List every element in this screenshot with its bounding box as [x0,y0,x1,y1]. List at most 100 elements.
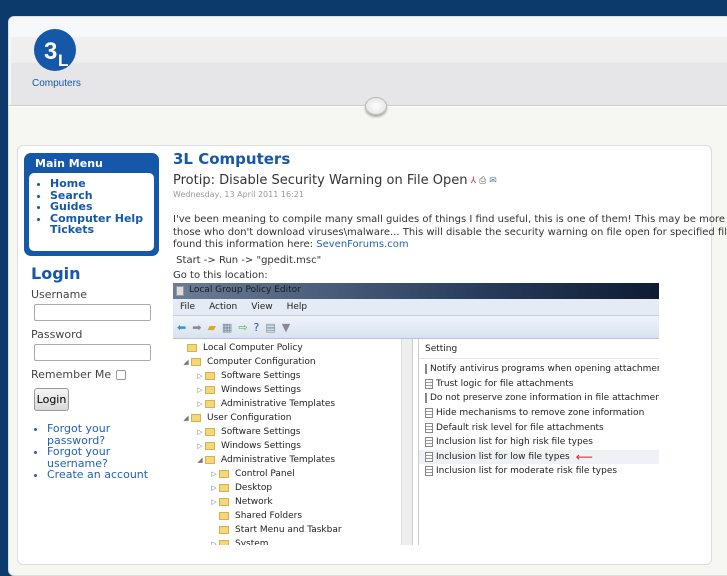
article-text-line: those who don't download viruses\malware… [173,226,727,238]
menu-file: File [180,302,196,312]
forgot-username-link[interactable]: Forgot your username? [47,446,161,469]
setting-row: Inclusion list for moderate risk file ty… [419,464,659,479]
menu-view: View [251,302,273,312]
tree-node-label: Desktop [235,483,273,493]
back-icon: ⬅ [177,320,187,334]
expand-arrow-icon: ▷ [211,484,217,492]
expand-arrow-icon: ◢ [183,358,189,366]
action-pane-icon: ▤ [265,320,276,334]
tree-node-label: Software Settings [221,371,301,381]
password-input[interactable] [34,344,151,361]
svg-text:3: 3 [44,38,57,65]
setting-label: Inclusion list for moderate risk file ty… [436,466,618,477]
svg-text:Computers: Computers [32,78,81,89]
sevenforums-link[interactable]: SevenForums.com [316,239,408,250]
article-text-line: I've been meaning to compile many small … [173,214,727,225]
settings-pane: Setting Notify antivirus programs when o… [418,339,659,545]
filter-icon: ▼ [281,320,291,334]
username-input[interactable] [34,304,151,321]
setting-label: Hide mechanisms to remove zone informati… [436,408,645,419]
header-toggle-knob[interactable] [365,97,387,115]
expand-arrow-icon: ▷ [211,498,217,506]
email-icon[interactable]: ✉ [489,176,497,186]
remember-me-label: Remember Me [31,368,112,381]
tree-node-label: User Configuration [207,413,292,423]
up-folder-icon: ▰ [207,320,216,334]
expand-arrow-icon: ▷ [211,470,217,478]
tree-node: ◢ User Configuration [173,411,412,425]
setting-label: Inclusion list for high risk file types [436,437,593,448]
pdf-icon[interactable]: ⅄ [470,176,476,186]
tree-node-label: Start Menu and Taskbar [235,525,342,535]
expand-arrow-icon: ◢ [183,414,189,422]
tree-pane: Local Computer Policy ◢ Computer Configura… [173,339,413,545]
folder-icon [205,456,215,464]
tree-node: Local Computer Policy [173,341,412,355]
tree-node: Start Menu and Taskbar [173,523,412,537]
window-icon [176,286,184,296]
folder-icon [191,358,201,366]
expand-arrow-icon: ◢ [197,456,203,464]
policy-icon [425,393,427,404]
export-icon: ⇨ [238,320,248,334]
folder-icon [219,498,229,506]
article: 3L Computers Protip: Disable Security Wa… [173,150,727,283]
setting-label: Notify antivirus programs when opening a… [430,364,659,375]
expand-arrow-icon: ▷ [197,372,203,380]
forward-icon: ➡ [192,320,202,334]
tree-node-label: Local Computer Policy [203,343,303,353]
window-title: Local Group Policy Editor [189,285,301,295]
setting-row: Inclusion list for low file types ⟵ [419,449,659,465]
forgot-password-link[interactable]: Forgot your password? [47,423,161,446]
menu-help: Help [286,302,308,312]
tree-node: ▷ Network [173,495,412,509]
goto-text: Go to this location: [173,270,268,281]
expand-arrow-icon: ▷ [197,428,203,436]
login-heading: Login [31,264,81,283]
menu-action: Action [209,302,238,312]
menu-item-guides[interactable]: Guides [50,201,154,213]
policy-icon [425,451,433,462]
setting-row: Trust logic for file attachments [419,377,659,392]
create-account-link[interactable]: Create an account [47,469,161,481]
remember-me-checkbox[interactable] [116,369,127,380]
site-title[interactable]: 3L Computers [173,150,727,168]
menu-item-help-tickets[interactable]: Computer Help Tickets [50,212,154,236]
show-tree-icon: ▦ [221,320,233,334]
login-form: Login Username Password Remember Me Logi… [31,264,161,481]
site-header: 3 L Computers [11,19,727,105]
tree-node: Shared Folders [173,509,412,523]
tree-node: ▷ Windows Settings [173,383,412,397]
expand-arrow-icon: ▷ [211,540,217,545]
policy-icon [425,422,433,433]
folder-icon [187,344,197,352]
login-button[interactable]: Login [34,388,69,411]
tree-node-label: Software Settings [221,427,301,437]
site-logo[interactable]: 3 L Computers [31,29,81,89]
folder-icon [205,386,215,394]
menu-item-home[interactable]: Home [50,178,154,190]
folder-icon [219,526,229,534]
tree-node: ▷ Windows Settings [173,439,412,453]
policy-icon [425,364,427,375]
policy-icon [425,466,433,477]
article-title: Protip: Disable Security Warning on File… [173,173,468,188]
gpedit-step: Start -> Run -> "gpedit.msc" [173,254,322,266]
tree-node: ▷ Control Panel [173,467,412,481]
tree-node-label: Windows Settings [221,385,301,395]
folder-icon [191,414,201,422]
tree-scrollbar [401,339,412,545]
setting-row: Hide mechanisms to remove zone informati… [419,406,659,421]
folder-icon [205,372,215,380]
policy-icon [425,378,433,389]
tree-node: ▷ Software Settings [173,425,412,439]
policy-icon [425,437,433,448]
setting-label: Inclusion list for low file types [436,451,570,462]
tree-node-label: Administrative Templates [221,455,336,465]
gpedit-screenshot: Local Group Policy Editor File Action Vi… [173,283,659,545]
policy-icon [425,408,433,419]
folder-icon [205,428,215,436]
tree-node-label: Shared Folders [235,511,303,521]
print-icon[interactable]: ⎙ [479,176,486,186]
main-menu-title: Main Menu [35,157,103,170]
